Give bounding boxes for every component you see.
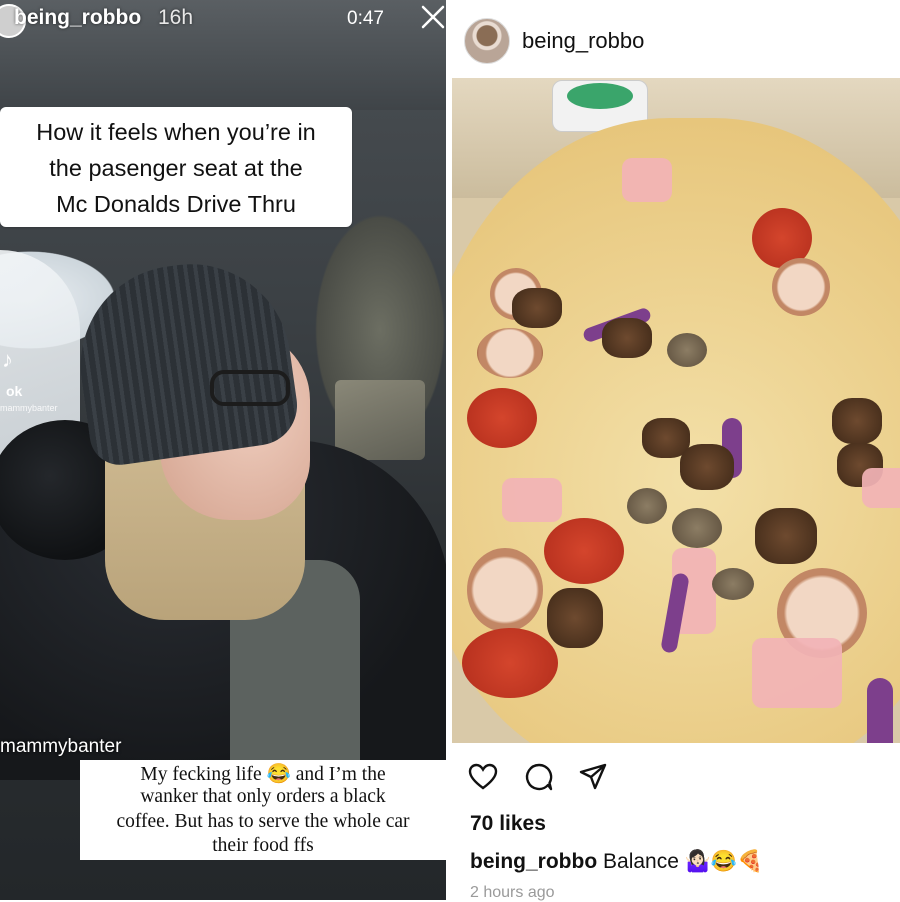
caption-text: Balance 🤷🏻‍♀️😂🍕 xyxy=(603,850,764,873)
tiktok-handle-small: mammybanter xyxy=(0,403,58,413)
onion-topping xyxy=(867,678,893,743)
caption-line: Mc Donalds Drive Thru xyxy=(56,191,296,217)
story-header: being_robbo 16h 0:47 xyxy=(0,0,450,40)
story-text-overlay: My fecking life 😂 and I’m the wanker tha… xyxy=(80,760,446,860)
tiktok-watermark: ♪ ok mammybanter xyxy=(0,345,90,425)
story-timer: 0:47 xyxy=(347,8,384,29)
story-username[interactable]: being_robbo xyxy=(14,6,141,30)
mince-topping xyxy=(512,288,562,328)
share-icon[interactable] xyxy=(578,762,608,792)
ham-topping xyxy=(862,468,900,508)
overlay-line: wanker that only orders a black xyxy=(140,786,386,807)
mince-topping xyxy=(547,588,603,648)
pizza-photo[interactable] xyxy=(452,78,900,743)
mushroom-topping xyxy=(672,508,722,548)
close-icon[interactable] xyxy=(418,2,448,32)
tiktok-handle: mammybanter xyxy=(0,736,122,757)
ham-topping xyxy=(622,158,672,202)
mushroom-topping xyxy=(627,488,667,524)
mince-topping xyxy=(755,508,817,564)
story-panel[interactable]: being_robbo 16h 0:47 How it feels when y… xyxy=(0,0,450,900)
pepperoni-topping xyxy=(544,518,624,584)
mince-topping xyxy=(680,444,734,490)
mushroom-topping xyxy=(667,333,707,367)
story-age: 16h xyxy=(158,6,194,29)
caption-username[interactable]: being_robbo xyxy=(470,850,597,873)
sausage-topping xyxy=(772,258,830,316)
post-avatar[interactable] xyxy=(464,18,510,64)
beanie xyxy=(67,251,303,469)
ham-topping xyxy=(752,638,842,708)
pepperoni-topping xyxy=(462,628,558,698)
overlay-line: My fecking life 😂 and I’m the xyxy=(140,764,386,785)
mince-topping xyxy=(602,318,652,358)
sausage-topping xyxy=(467,548,543,632)
caption-line: How it feels when you’re in xyxy=(36,119,316,145)
dip-label xyxy=(567,83,633,109)
post-caption: being_robbo Balance 🤷🏻‍♀️😂🍕 xyxy=(470,850,763,874)
post-username[interactable]: being_robbo xyxy=(522,28,644,54)
tiktok-logo-icon: ♪ xyxy=(2,347,13,372)
likes-count[interactable]: 70 likes xyxy=(470,812,546,836)
story-caption: How it feels when you’re in the pasenger… xyxy=(0,107,352,227)
sausage-topping xyxy=(477,328,543,378)
overlay-line: their food ffs xyxy=(212,835,314,856)
tiktok-wordmark: ok xyxy=(6,383,23,399)
post-timestamp: 2 hours ago xyxy=(470,884,555,901)
heart-icon[interactable] xyxy=(468,762,498,792)
post-actions xyxy=(468,762,628,792)
pizza xyxy=(452,118,900,743)
overlay-line: coffee. But has to serve the whole car xyxy=(116,811,410,832)
pepperoni-topping xyxy=(467,388,537,448)
mince-topping xyxy=(832,398,882,444)
glasses xyxy=(210,370,290,406)
ham-topping xyxy=(502,478,562,522)
comment-icon[interactable] xyxy=(524,762,554,792)
mushroom-topping xyxy=(712,568,754,600)
instagram-post: being_robbo 70 likes being_robbo Balance… xyxy=(452,0,900,901)
caption-line: the pasenger seat at the xyxy=(49,155,303,181)
